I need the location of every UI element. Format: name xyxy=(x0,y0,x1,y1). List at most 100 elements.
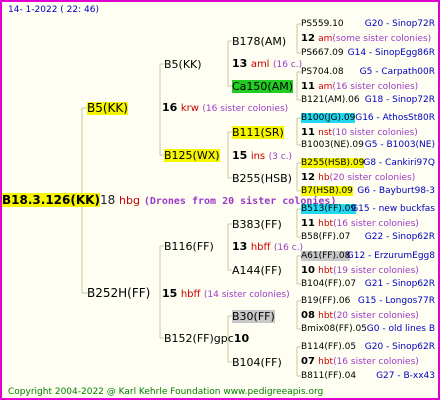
tag-3-top: G8 - Cankiri97Q xyxy=(363,158,435,168)
l1b-info: 15 hbff (14 sister colonies) xyxy=(162,287,290,302)
l4-4-note: (16 sister colonies) xyxy=(333,219,419,229)
l2b-note: (3 c.) xyxy=(268,152,293,162)
l4-1-top: PS704.08 xyxy=(301,66,344,79)
l4-7-sub: hbt xyxy=(318,357,334,367)
l2b-num: 15 xyxy=(232,149,248,162)
tag-2-top: G16 - AthosSt80R xyxy=(355,113,435,123)
l4-6-num: 08 xyxy=(301,310,315,321)
l2b-id: B125(WX) xyxy=(164,149,220,162)
l4-7-top: B114(FF).05 xyxy=(301,341,356,354)
timestamp: 14- 1-2022 ( 22: 46) xyxy=(8,5,99,15)
l4-1-num: 11 xyxy=(301,81,315,92)
l3-0-id: B178(AM) xyxy=(232,35,287,48)
tag-6-bot: G0 - old lines B xyxy=(366,324,435,334)
l2a-sub: aml xyxy=(250,59,270,70)
l4-6-bot: Bmix08(FF).05 xyxy=(301,323,367,336)
l4-0-mid: 12 am(some sister colonies) xyxy=(301,32,431,46)
l1b-sub: hbff xyxy=(180,289,201,300)
tag-1-top: G5 - Carpath00R xyxy=(359,67,435,77)
l4-7-bot: B811(FF).04 xyxy=(301,370,356,383)
l4-0-sub: am xyxy=(318,34,333,44)
l4-0-num: 12 xyxy=(301,33,315,44)
l1a-num: 16 xyxy=(162,101,178,114)
root-node: B18.3.126(KK)18 hbg (Drones from 20 sist… xyxy=(2,193,336,208)
tag-6-top: G15 - Longos77R xyxy=(357,296,435,306)
l2c-id: B116(FF) xyxy=(164,240,214,253)
l2d-id: B152(FF)gpc10 xyxy=(164,332,249,345)
l2c-note: (16 c.) xyxy=(273,243,304,253)
l4-7-bot-id: B811(FF).04 xyxy=(301,371,357,381)
l4-0-bot-id: PS667.09 xyxy=(301,48,344,58)
l1b-num: 15 xyxy=(162,287,178,300)
tag-0-bot: G14 - SinopEgg86R xyxy=(347,48,435,58)
l2c-num: 13 xyxy=(232,240,248,253)
l4-1-bot: B121(AM).06 xyxy=(301,94,360,107)
l4-1-mid: 11 am(16 sister colonies) xyxy=(301,80,418,94)
l4-0-top: PS559.10 xyxy=(301,18,344,31)
tag-1-bot: G18 - Sinop72R xyxy=(364,95,435,105)
tag-2-bot: G5 - B1003(NE) xyxy=(364,140,435,150)
l4-3-sub: hb xyxy=(318,173,330,183)
l4-3-top: B255(HSB).09 xyxy=(301,157,365,170)
l4-7-num: 07 xyxy=(301,356,315,367)
l4-2-top: B100(JG).09 xyxy=(301,112,356,125)
l4-6-bot-id: Bmix08(FF).05 xyxy=(301,324,367,334)
l4-5-note: (19 sister colonies) xyxy=(333,266,419,276)
l2c-info: 13 hbff (16 c.) xyxy=(232,240,303,255)
l4-3-note: (20 sister colonies) xyxy=(329,173,416,183)
l4-3-top-id: B255(HSB).09 xyxy=(301,158,365,168)
l4-0-bot: PS667.09 xyxy=(301,47,344,60)
l2b-info: 15 ins (3 c.) xyxy=(232,149,292,164)
l2a-id: B5(KK) xyxy=(164,58,202,71)
l2a-note: (16 c.) xyxy=(272,60,303,70)
root-sub: hbg xyxy=(119,194,140,207)
l4-6-sub: hbt xyxy=(318,311,334,321)
l4-6-top-id: B19(FF).06 xyxy=(301,296,351,306)
l4-6-note: (20 sister colonies) xyxy=(333,311,419,321)
l4-6-mid: 08 hbt(20 sister colonies) xyxy=(301,309,419,323)
l3-4-id: B383(FF) xyxy=(232,218,282,231)
l4-4-sub: hbt xyxy=(318,219,334,229)
l4-0-top-id: PS559.10 xyxy=(301,19,344,29)
l4-6-top: B19(FF).06 xyxy=(301,295,350,308)
l4-5-bot: B104(FF).07 xyxy=(301,278,356,291)
l4-4-mid: 11 hbt(16 sister colonies) xyxy=(301,217,419,231)
l4-5-num: 10 xyxy=(301,265,315,276)
l4-1-note: (16 sister colonies) xyxy=(332,82,419,92)
l3-6-id: B30(FF) xyxy=(232,310,275,323)
l4-2-top-id: B100(JG).09 xyxy=(301,113,356,123)
l1a-info: 16 krw (16 sister colonies) xyxy=(162,101,288,116)
l4-7-mid: 07 hbt(16 sister colonies) xyxy=(301,355,419,369)
l4-2-note: (10 sister colonies) xyxy=(332,128,418,138)
l4-1-top-id: PS704.08 xyxy=(301,67,344,77)
l4-2-bot-id: B1003(NE).09 xyxy=(301,140,364,150)
l4-4-bot: B58(FF).07 xyxy=(301,231,350,244)
tag-0-top: G20 - Sinop72R xyxy=(364,19,435,29)
l4-3-mid: 12 hb(20 sister colonies) xyxy=(301,171,415,185)
l4-4-num: 11 xyxy=(301,218,315,229)
l4-5-top-id: A61(FF).08 xyxy=(301,251,351,261)
l4-5-top: A61(FF).08 xyxy=(301,250,351,263)
tag-4-bot: G22 - Sinop62R xyxy=(364,232,435,242)
l3-3-id: B255(HSB) xyxy=(232,172,292,185)
l4-3-num: 12 xyxy=(301,172,315,183)
tag-4-top: G15 - new buckfas xyxy=(351,204,435,214)
l2a-num: 13 xyxy=(232,57,248,70)
l4-2-num: 11 xyxy=(301,127,315,138)
l3-1-id: Ca150(AM) xyxy=(232,80,294,93)
l2b-sub: ins xyxy=(250,151,266,162)
l1a-sub: krw xyxy=(180,103,199,114)
l4-2-sub: nst xyxy=(318,128,333,138)
tag-7-top: G20 - Sinop62R xyxy=(364,342,435,352)
l4-5-sub: hbt xyxy=(318,266,334,276)
l4-0-note: (some sister colonies) xyxy=(332,34,432,44)
l4-4-bot-id: B58(FF).07 xyxy=(301,232,351,242)
l4-2-bot: B1003(NE).09 xyxy=(301,139,364,152)
l4-2-mid: 11 nst(10 sister colonies) xyxy=(301,126,418,140)
l3-2-id: B111(SR) xyxy=(232,126,284,139)
tag-3-bot: G6 - Bayburt98-3 xyxy=(357,186,435,196)
l2c-sub: hbff xyxy=(250,242,271,253)
l4-3-bot: B7(HSB).09 xyxy=(301,185,353,198)
l4-7-top-id: B114(FF).05 xyxy=(301,342,357,352)
pedigree-frame: 14- 1-2022 ( 22: 46) B18.3.126(KK)18 hbg… xyxy=(0,0,440,400)
